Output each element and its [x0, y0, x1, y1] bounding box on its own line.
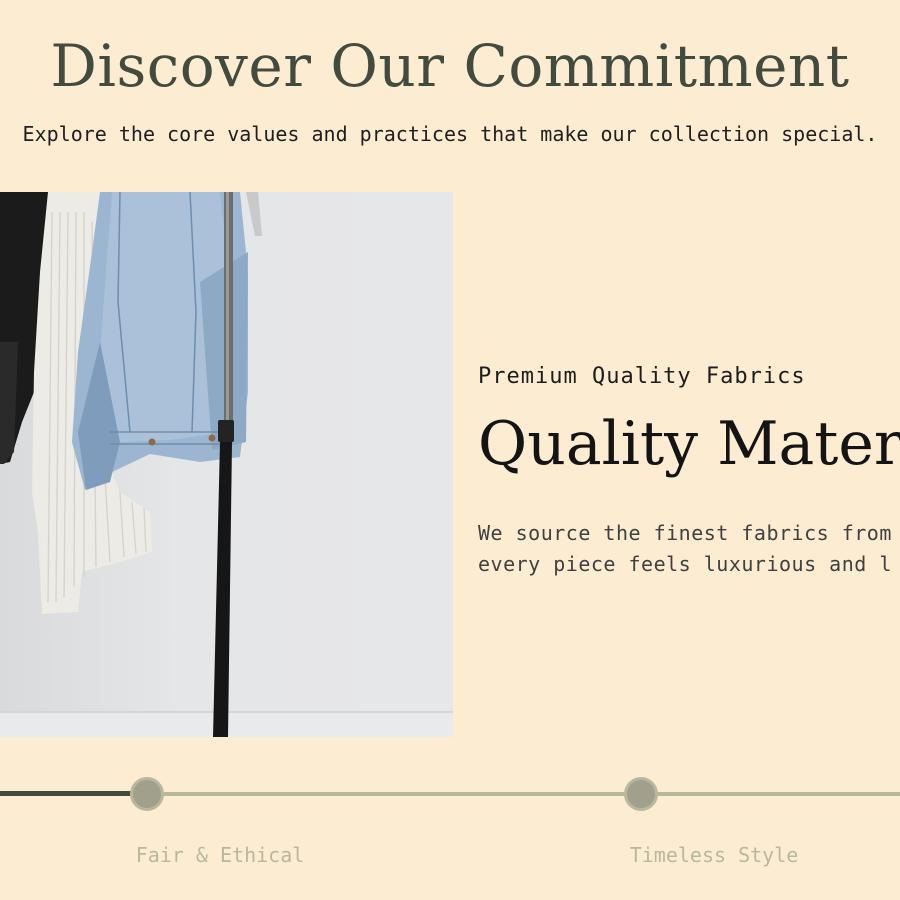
commitment-section: Discover Our Commitment Explore the core…	[0, 0, 900, 900]
timeline-step-dot-timeless-style[interactable]	[624, 777, 658, 811]
feature-description: We source the finest fabrics from every …	[478, 518, 900, 580]
timeline-progress	[0, 791, 148, 796]
clothing-rack-image	[0, 192, 453, 737]
feature-description-line: We source the finest fabrics from	[478, 521, 892, 545]
page-subtitle: Explore the core values and practices th…	[22, 122, 878, 146]
feature-heading: Quality Materials	[478, 409, 900, 479]
feature-kicker: Premium Quality Fabrics	[478, 364, 806, 389]
timeline-step-timeless-style[interactable]: Timeless Style	[594, 840, 834, 870]
feature-description-line: every piece feels luxurious and l	[478, 552, 892, 576]
timeline-step-dot-fair-ethical[interactable]	[130, 777, 164, 811]
page-title: Discover Our Commitment	[50, 32, 850, 100]
timeline-step-fair-ethical[interactable]: Fair & Ethical	[100, 840, 340, 870]
clothing-rack-illustration	[0, 192, 453, 737]
